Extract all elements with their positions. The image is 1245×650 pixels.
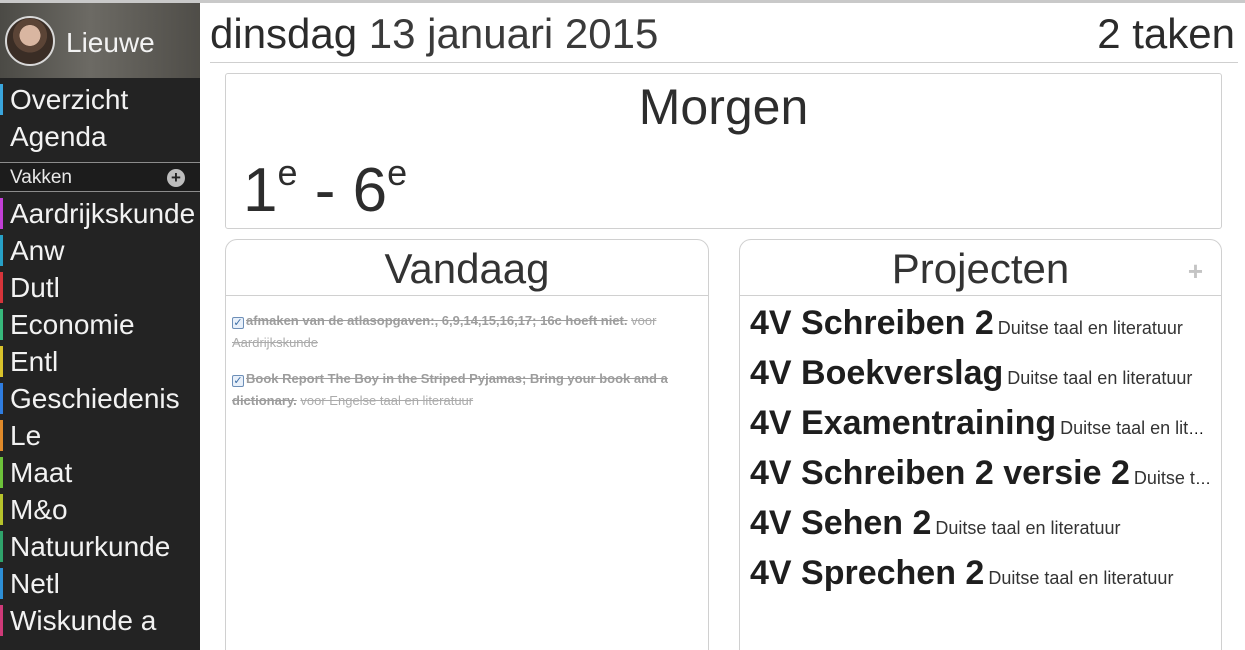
project-item[interactable]: 4V ExamentrainingDuitse taal en literatu… xyxy=(750,404,1213,444)
project-item[interactable]: 4V Sehen 2 Duitse taal en literatuur xyxy=(750,504,1213,544)
subject-item[interactable]: Economie xyxy=(0,306,200,343)
task-count: 2 taken xyxy=(1097,10,1235,58)
top-border xyxy=(200,0,1245,3)
date: 13 januari 2015 xyxy=(368,10,659,57)
morgen-hours: 1e - 6e xyxy=(243,152,407,226)
subject-label: Entl xyxy=(10,346,59,377)
subject-item[interactable]: Le xyxy=(0,417,200,454)
task-count-label: taken xyxy=(1132,10,1235,57)
project-name: 4V Boekverslag xyxy=(750,354,1004,392)
project-item[interactable]: 4V Schreiben 2 Duitse taal en literatuur xyxy=(750,304,1213,344)
subject-item[interactable]: Netl xyxy=(0,565,200,602)
projecten-panel: Projecten + 4V Schreiben 2 Duitse taal en… xyxy=(739,239,1222,650)
subject-label: Maat xyxy=(10,457,73,488)
subject-color-bar xyxy=(0,605,3,636)
vandaag-panel: Vandaag ✓ afmaken van de atlasopgaven:, 6… xyxy=(225,239,709,650)
username: Lieuwe xyxy=(66,27,155,58)
subject-color-bar xyxy=(0,198,3,229)
subject-color-bar xyxy=(0,568,3,599)
subject-item[interactable]: Maat xyxy=(0,454,200,491)
subject-item[interactable]: M&o xyxy=(0,491,200,528)
project-name: 4V Sprechen 2 xyxy=(750,554,985,592)
subject-label: Dutl xyxy=(10,272,60,303)
avatar xyxy=(5,16,55,66)
subject-item[interactable]: Wiskunde a xyxy=(0,602,200,639)
projecten-title: Projecten xyxy=(891,245,1070,292)
subject-label: Le xyxy=(10,420,42,451)
subject-color-bar xyxy=(0,531,3,562)
weekday: dinsdag xyxy=(210,10,358,57)
checkbox-checked-icon[interactable]: ✓ xyxy=(232,317,244,329)
subject-item[interactable]: Anw xyxy=(0,232,200,269)
checkbox-checked-icon[interactable]: ✓ xyxy=(232,375,244,387)
project-item[interactable]: 4V Schreiben 2 versie 2Duitse taal en li… xyxy=(750,454,1213,494)
nav-item-overzicht[interactable]: Overzicht xyxy=(0,81,200,118)
task-description: afmaken van de atlasopgaven:, 6,9,14,15,… xyxy=(246,313,628,328)
subject-color-bar xyxy=(0,383,3,414)
project-item[interactable]: 4V Sprechen 2 Duitse taal en literatuur xyxy=(750,554,1213,594)
subject-label: Anw xyxy=(10,235,65,266)
project-item[interactable]: 4V Boekverslag Duitse taal en literatuur xyxy=(750,354,1213,394)
project-subject: Duitse taal en literatuur xyxy=(1133,468,1213,488)
subject-label: Aardrijkskunde xyxy=(10,198,196,229)
first-hour-suffix: e xyxy=(277,152,298,193)
subject-color-bar xyxy=(0,420,3,451)
project-subject: Duitse taal en literatuur xyxy=(997,318,1183,338)
nav-item-label: Agenda xyxy=(10,121,107,152)
subject-item[interactable]: Dutl xyxy=(0,269,200,306)
subject-item[interactable]: Natuurkunde xyxy=(0,528,200,565)
vakken-header: Vakken + xyxy=(0,163,200,192)
hour-separator: - xyxy=(297,156,353,225)
panel-divider xyxy=(226,295,708,296)
subject-color-bar xyxy=(0,457,3,488)
subject-color-bar xyxy=(0,346,3,377)
subject-label: Natuurkunde xyxy=(10,531,171,562)
project-subject: Duitse taal en literatuur xyxy=(988,568,1174,588)
project-subject: Duitse taal en literatuur xyxy=(1007,368,1193,388)
project-name: 4V Schreiben 2 versie 2 xyxy=(750,454,1130,492)
subject-color-bar xyxy=(0,272,3,303)
subject-color-bar xyxy=(0,494,3,525)
profile-header[interactable]: Lieuwe xyxy=(0,0,200,78)
first-hour: 1 xyxy=(243,156,278,225)
page-title: dinsdag 13 januari 2015 xyxy=(210,10,658,58)
sidebar: Lieuwe Overzicht Agenda Vakken + Aardrij… xyxy=(0,0,200,650)
subject-item[interactable]: Aardrijkskunde xyxy=(0,195,200,232)
nav-item-agenda[interactable]: Agenda xyxy=(0,118,200,155)
subject-color-bar xyxy=(0,309,3,340)
subject-label: Geschiedenis xyxy=(10,383,180,414)
task-item[interactable]: ✓ Book Report The Boy in the Striped Pyja… xyxy=(232,368,702,412)
project-subject: Duitse taal en literatuur xyxy=(1060,418,1213,438)
plus-circle-icon[interactable]: + xyxy=(167,169,185,187)
plus-icon[interactable]: + xyxy=(1188,256,1203,287)
subject-item[interactable]: Entl xyxy=(0,343,200,380)
vakken-label: Vakken xyxy=(10,167,72,188)
project-name: 4V Schreiben 2 xyxy=(750,304,994,342)
task-count-number: 2 xyxy=(1097,10,1121,57)
last-hour: 6 xyxy=(352,156,388,225)
task-item[interactable]: ✓ afmaken van de atlasopgaven:, 6,9,14,15… xyxy=(232,310,702,354)
vandaag-title: Vandaag xyxy=(384,245,550,292)
project-subject: Duitse taal en literatuur xyxy=(935,518,1121,538)
last-hour-suffix: e xyxy=(387,152,408,193)
subject-label: M&o xyxy=(10,494,68,525)
nav-item-color-bar xyxy=(0,84,3,115)
project-name: 4V Examentraining xyxy=(750,404,1057,442)
nav-item-label: Overzicht xyxy=(10,84,129,115)
subject-color-bar xyxy=(0,235,3,266)
project-name: 4V Sehen 2 xyxy=(750,504,932,542)
subject-label: Netl xyxy=(10,568,60,599)
panel-divider xyxy=(740,295,1221,296)
morgen-card: Morgen 1e - 6e xyxy=(225,73,1222,229)
task-subject: voor Engelse taal en literatuur xyxy=(300,393,474,408)
subject-item[interactable]: Geschiedenis xyxy=(0,380,200,417)
header-divider xyxy=(210,62,1238,63)
morgen-title: Morgen xyxy=(638,79,809,135)
subject-label: Economie xyxy=(10,309,135,340)
subject-label: Wiskunde a xyxy=(10,605,157,636)
